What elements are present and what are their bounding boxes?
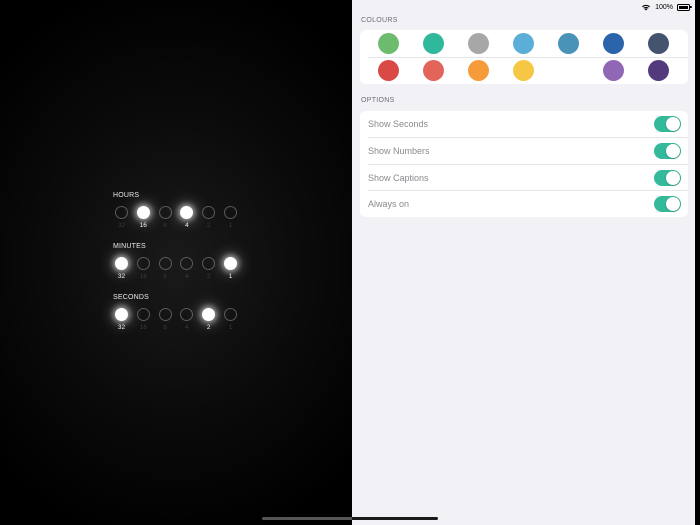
binary-dot-lit [115,308,128,321]
binary-dot-unlit [158,257,172,270]
option-label: Always on [368,199,410,209]
home-indicator[interactable] [262,517,438,520]
dot-caption: 32 [117,222,126,229]
dot-caption: 1 [228,324,233,331]
group-title: MINUTES [113,243,146,250]
toggle-knob [666,144,680,158]
dot-caption: 4 [185,324,189,331]
binary-dot-unlit [158,308,172,321]
toggle-knob [666,117,680,131]
colour-swatch[interactable] [378,60,399,81]
battery-percentage: 100% [655,3,673,11]
binary-dot-unlit [224,206,237,219]
dot-caption: 1 [228,273,233,280]
captions-row: 32 16 8 4 2 1 [113,323,243,333]
captions-row: 32 16 8 4 2 1 [113,272,243,282]
colour-picker-card [360,30,688,84]
battery-icon [677,3,692,11]
group-title: HOURS [113,192,140,199]
dot-caption: 1 [228,222,233,229]
colour-swatch[interactable] [468,33,489,54]
dot-caption: 8 [163,324,167,331]
option-row-show-numbers: Show Numbers [360,138,688,164]
binary-dot-unlit [180,257,194,270]
colour-swatch[interactable] [558,33,579,54]
binary-dot-unlit [202,206,216,219]
settings-pane: 100% COLOURS OPTIONS Show Seconds Show N… [352,0,700,525]
toggle-knob [666,171,680,185]
dot-caption: 2 [206,324,211,331]
hours-group: HOURS 32 16 8 4 2 1 [113,191,243,231]
binary-dot-lit [180,206,194,219]
show-captions-toggle[interactable] [654,170,681,186]
dot-caption: 32 [117,324,126,331]
binary-dot-lit [202,308,216,321]
dot-caption: 2 [206,273,211,280]
option-row-show-captions: Show Captions [360,165,688,191]
option-label: Show Captions [368,173,429,183]
colour-swatch[interactable] [423,33,444,54]
dot-caption: 16 [139,324,147,331]
colour-swatch[interactable] [603,60,624,81]
binary-dot-lit [224,257,237,270]
colour-swatch[interactable] [648,33,669,54]
divider [368,57,688,58]
colour-swatch[interactable] [513,60,534,81]
binary-dot-unlit [158,206,172,219]
binary-dot-unlit [202,257,216,270]
dot-caption: 8 [163,222,167,229]
options-section-header: OPTIONS [361,97,395,104]
dot-caption: 16 [139,222,147,229]
dots-row [113,308,243,323]
toggle-knob [666,197,680,211]
colour-swatch[interactable] [648,60,669,81]
show-numbers-toggle[interactable] [654,143,681,159]
status-bar: 100% [641,2,692,12]
seconds-group: SECONDS 32 16 8 4 2 1 [113,293,243,333]
dot-caption: 4 [185,273,189,280]
options-card: Show Seconds Show Numbers Show Captions … [360,111,688,217]
show-seconds-toggle[interactable] [654,116,681,132]
binary-dot-lit [115,257,128,270]
colour-swatch[interactable] [378,33,399,54]
binary-dot-unlit [136,257,150,270]
binary-dot-unlit [224,308,237,321]
option-row-always-on: Always on [360,191,688,217]
colour-swatch[interactable] [513,33,534,54]
dots-row [113,257,243,272]
dot-caption: 2 [206,222,211,229]
dot-caption: 8 [163,273,167,280]
binary-dot-lit [136,206,150,219]
option-row-show-seconds: Show Seconds [360,111,688,137]
captions-row: 32 16 8 4 2 1 [113,221,243,231]
binary-clock-pane: HOURS 32 16 8 4 2 1 MINUTES 32 16 8 4 2 1 SECONDS … [0,0,352,525]
dot-caption: 4 [185,222,189,229]
colours-section-header: COLOURS [361,17,398,24]
home-indicator-segment [262,517,352,520]
binary-dot-unlit [115,206,128,219]
screen-edge [695,0,700,525]
minutes-group: MINUTES 32 16 8 4 2 1 [113,242,243,282]
colour-swatch[interactable] [468,60,489,81]
option-label: Show Numbers [368,146,430,156]
binary-dot-unlit [136,308,150,321]
dot-caption: 32 [117,273,126,280]
wifi-icon [642,4,651,11]
colour-swatch[interactable] [423,60,444,81]
dot-caption: 16 [139,273,147,280]
option-label: Show Seconds [368,119,429,129]
dots-row [113,206,243,221]
colour-swatch[interactable] [603,33,624,54]
always-on-toggle[interactable] [654,196,681,212]
group-title: SECONDS [113,294,150,301]
binary-dot-unlit [180,308,194,321]
